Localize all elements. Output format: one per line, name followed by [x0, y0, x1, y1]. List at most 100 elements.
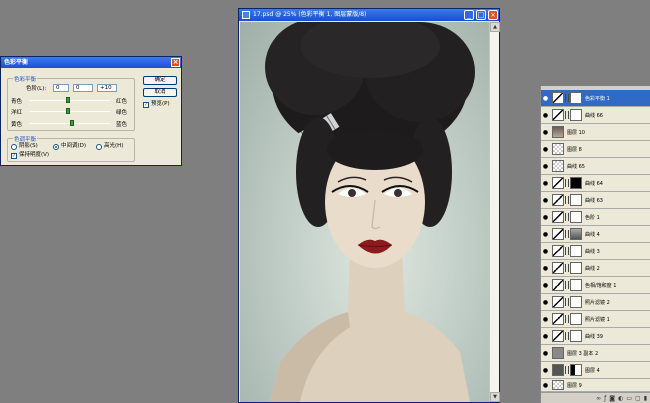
- mask-thumbnail[interactable]: [570, 109, 582, 121]
- mask-thumbnail[interactable]: [570, 262, 582, 274]
- layer-row[interactable]: ● 曲线 4: [541, 226, 650, 243]
- mask-thumbnail[interactable]: [570, 228, 582, 240]
- mask-thumbnail[interactable]: [570, 313, 582, 325]
- level-input-2[interactable]: 0: [73, 84, 93, 92]
- mask-thumbnail[interactable]: [570, 194, 582, 206]
- layer-row[interactable]: ● 图层 4: [541, 362, 650, 379]
- trash-icon[interactable]: ▮: [644, 395, 647, 402]
- link-icon[interactable]: [565, 332, 569, 340]
- layer-row[interactable]: ● 色彩平衡 1: [541, 90, 650, 107]
- eye-icon[interactable]: ●: [541, 333, 550, 340]
- link-icon[interactable]: [565, 179, 569, 187]
- eye-icon[interactable]: ●: [541, 382, 550, 389]
- eye-icon[interactable]: ●: [541, 299, 550, 306]
- eye-icon[interactable]: ●: [541, 180, 550, 187]
- layer-row[interactable]: ● 图层 8: [541, 141, 650, 158]
- radio-midtones[interactable]: 中间调(D): [53, 143, 86, 150]
- mask-thumbnail[interactable]: [570, 177, 582, 189]
- new-layer-icon[interactable]: ▢: [635, 395, 641, 402]
- eye-icon[interactable]: ●: [541, 265, 550, 272]
- layer-row[interactable]: ● 曲线 63: [541, 192, 650, 209]
- layer-name: 色阶 1: [585, 214, 600, 221]
- layer-row[interactable]: ● 色阶 1: [541, 209, 650, 226]
- link-icon[interactable]: [565, 111, 569, 119]
- close-icon[interactable]: ×: [488, 10, 498, 20]
- yellow-blue-thumb[interactable]: [70, 120, 74, 126]
- magenta-green-slider[interactable]: [30, 111, 110, 112]
- eye-icon[interactable]: ●: [541, 197, 550, 204]
- eye-icon[interactable]: ●: [541, 316, 550, 323]
- eye-icon[interactable]: ●: [541, 367, 550, 374]
- preview-checkbox[interactable]: ✓ 预览(P): [143, 101, 170, 108]
- mask-thumbnail[interactable]: [570, 364, 582, 376]
- magenta-green-thumb[interactable]: [66, 108, 70, 114]
- mask-thumbnail[interactable]: [570, 92, 582, 104]
- eye-icon[interactable]: ●: [541, 248, 550, 255]
- link-icon[interactable]: [565, 315, 569, 323]
- minimize-icon[interactable]: _: [464, 10, 474, 20]
- link-icon[interactable]: [565, 94, 569, 102]
- eye-icon[interactable]: ●: [541, 231, 550, 238]
- link-icon[interactable]: [565, 298, 569, 306]
- eye-icon[interactable]: ●: [541, 112, 550, 119]
- eye-icon[interactable]: ●: [541, 350, 550, 357]
- radio-highlights[interactable]: 高光(H): [96, 143, 123, 150]
- radio-shadows[interactable]: 阴影(S): [11, 143, 38, 150]
- link-icon[interactable]: [565, 247, 569, 255]
- radio-highlights-dot[interactable]: [96, 143, 102, 150]
- folder-icon[interactable]: ▭: [626, 395, 632, 402]
- eye-icon[interactable]: ●: [541, 214, 550, 221]
- layer-row[interactable]: ● 曲线 3: [541, 243, 650, 260]
- link-icon[interactable]: [565, 213, 569, 221]
- layer-row[interactable]: ● 图层 3 副本 2: [541, 345, 650, 362]
- eye-icon[interactable]: ●: [541, 163, 550, 170]
- vertical-scrollbar[interactable]: ▲ ▼: [489, 22, 500, 402]
- layer-row[interactable]: ● 图层 10: [541, 124, 650, 141]
- layer-row[interactable]: ● 曲线 65: [541, 158, 650, 175]
- eye-icon[interactable]: ●: [541, 282, 550, 289]
- image-canvas[interactable]: [240, 22, 489, 402]
- eye-icon[interactable]: ●: [541, 95, 550, 102]
- link-icon[interactable]: [565, 196, 569, 204]
- close-icon[interactable]: ×: [171, 58, 180, 67]
- layer-row[interactable]: ● 曲线 2: [541, 260, 650, 277]
- layer-row[interactable]: ● 色相/饱和度 1: [541, 277, 650, 294]
- add-mask-icon[interactable]: ◙: [609, 395, 615, 402]
- layer-row[interactable]: ● 曲线 66: [541, 107, 650, 124]
- scroll-down-icon[interactable]: ▼: [490, 392, 500, 402]
- eye-icon[interactable]: ●: [541, 129, 550, 136]
- mask-thumbnail[interactable]: [570, 296, 582, 308]
- link-layers-icon[interactable]: ∞: [596, 395, 601, 402]
- mask-thumbnail[interactable]: [570, 245, 582, 257]
- mask-thumbnail[interactable]: [570, 211, 582, 223]
- preserve-luminosity-checkbox[interactable]: ✓ 保持明度(V): [11, 152, 49, 159]
- cancel-button[interactable]: 取消: [143, 88, 177, 97]
- mask-thumbnail[interactable]: [570, 330, 582, 342]
- scroll-up-icon[interactable]: ▲: [490, 22, 500, 32]
- radio-shadows-dot[interactable]: [11, 143, 17, 150]
- eye-icon[interactable]: ●: [541, 146, 550, 153]
- dialog-title-bar[interactable]: 色彩平衡 ×: [1, 57, 181, 68]
- adjustment-icon[interactable]: ◐: [618, 395, 623, 402]
- link-icon[interactable]: [565, 281, 569, 289]
- level-input-3[interactable]: +10: [97, 84, 117, 92]
- link-icon[interactable]: [565, 366, 569, 374]
- layer-row[interactable]: ● 照片滤镜 1: [541, 311, 650, 328]
- check-icon[interactable]: ✓: [143, 101, 149, 108]
- document-title-bar[interactable]: 17.psd @ 25% (色彩平衡 1, 图层蒙版/8) _ □ ×: [239, 9, 499, 21]
- cyan-red-thumb[interactable]: [66, 97, 70, 103]
- check-icon[interactable]: ✓: [11, 152, 17, 159]
- layer-row[interactable]: ● 图层 9: [541, 379, 650, 392]
- link-icon[interactable]: [565, 264, 569, 272]
- ok-button[interactable]: 确定: [143, 76, 177, 85]
- maximize-icon[interactable]: □: [476, 10, 486, 20]
- fx-icon[interactable]: ƒ: [604, 395, 606, 402]
- level-input-1[interactable]: 0: [53, 84, 69, 92]
- layer-row[interactable]: ● 曲线 39: [541, 328, 650, 345]
- layer-row[interactable]: ● 照片滤镜 2: [541, 294, 650, 311]
- cyan-red-slider[interactable]: [30, 100, 110, 101]
- link-icon[interactable]: [565, 230, 569, 238]
- radio-midtones-dot[interactable]: [53, 143, 59, 150]
- mask-thumbnail[interactable]: [570, 279, 582, 291]
- layer-row[interactable]: ● 曲线 64: [541, 175, 650, 192]
